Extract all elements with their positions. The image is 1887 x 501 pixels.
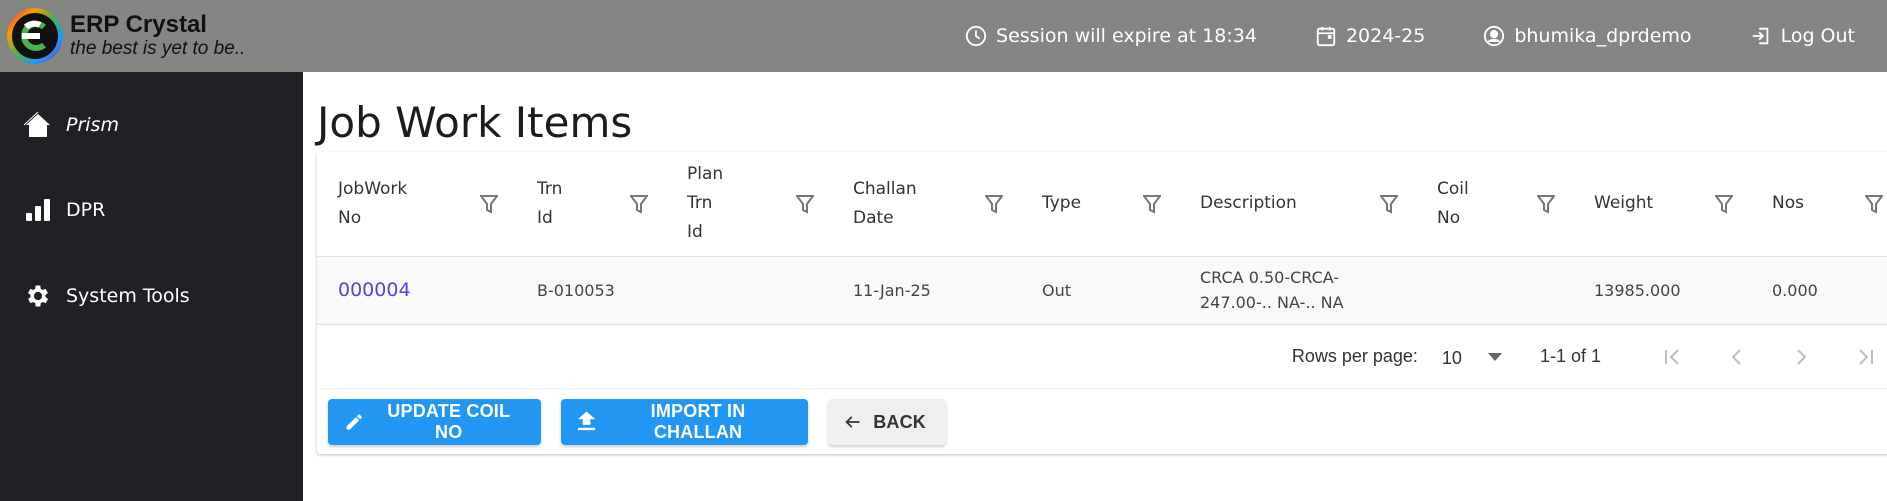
chevron-left-icon [1731,348,1741,365]
column-header-nos: Nos [1751,152,1887,257]
previous-page-button[interactable] [1705,347,1769,367]
erp-crystal-logo [7,8,63,64]
arrow-left-icon [845,416,860,428]
filter-icon[interactable] [480,194,498,214]
top-bar: ERP Crystal the best is yet to be.. Sess… [0,0,1887,72]
description-cell: CRCA 0.50-CRCA-247.00-.. NA-.. NA [1200,268,1344,312]
next-page-button[interactable] [1769,347,1833,367]
column-header-type: Type [1021,152,1179,257]
last-page-icon [1859,348,1873,365]
last-page-button[interactable] [1833,347,1887,367]
logout-label: Log Out [1780,25,1855,47]
rows-per-page-label: Rows per page: [1291,346,1418,366]
pagination-range: 1-1 of 1 [1539,346,1601,366]
filter-icon[interactable] [1715,194,1733,214]
financial-year-label: 2024-25 [1345,25,1426,47]
calendar-icon [1316,26,1336,47]
weight-cell: 13985.000 [1594,280,1681,300]
sidebar-item-prism[interactable]: Prism [24,112,119,138]
sidebar-item-label: Prism [66,114,119,136]
back-button[interactable]: BACK [828,399,946,445]
caret-down-icon [1487,352,1502,361]
sidebar-item-label: DPR [66,199,106,221]
table-row: 000004 B-010053 11-Jan-25 Out CRCA 0.50-… [317,256,1887,325]
filter-icon[interactable] [1143,194,1161,214]
challan-date-cell: 11-Jan-25 [853,280,931,300]
filter-icon[interactable] [630,194,648,214]
column-header-challan-date: Challan Date [832,152,1021,257]
action-buttons: UPDATE COIL NO IMPORT IN CHALLAN BACK [328,399,966,445]
rows-per-page-value: 10 [1441,347,1462,368]
rows-per-page-select[interactable]: 10 [1442,345,1502,369]
home-icon [24,112,50,137]
filter-icon[interactable] [985,194,1003,214]
chevron-right-icon [1797,348,1807,365]
sidebar: Prism DPR System Tools [0,72,303,501]
column-header-jobwork-no: JobWork No [317,152,516,257]
jobwork-no-link[interactable]: 000004 [338,279,411,301]
page-title: Job Work Items [317,98,633,147]
trn-id-cell: B-010053 [537,280,615,300]
financial-year-button[interactable]: 2024-25 [1315,25,1425,47]
sidebar-item-label: System Tools [66,285,190,307]
pencil-icon [346,414,362,430]
brand: ERP Crystal the best is yet to be.. [70,12,245,60]
column-header-description: Description [1179,152,1416,257]
upload-icon [577,411,596,431]
sidebar-item-system-tools[interactable]: System Tools [24,282,190,310]
table-header-row: JobWork No Trn Id Plan Trn Id Challan Da… [317,152,1887,257]
session-expiry-label: Session will expire at 18:34 [996,25,1257,47]
session-expiry: Session will expire at 18:34 [965,25,1257,47]
logout-icon [1752,27,1768,45]
user-menu-button[interactable]: bhumika_dprdemo [1483,25,1692,47]
filter-icon[interactable] [796,194,814,214]
job-work-items-table: JobWork No Trn Id Plan Trn Id Challan Da… [317,152,1887,325]
clock-icon [965,25,987,47]
top-nav: Session will expire at 18:34 2024-25 bhu… [907,0,1855,72]
first-page-button[interactable] [1641,347,1705,367]
job-work-items-card: JobWork No Trn Id Plan Trn Id Challan Da… [317,152,1887,454]
first-page-icon [1665,348,1679,365]
update-coil-no-button[interactable]: UPDATE COIL NO [328,399,541,445]
username-label: bhumika_dprdemo [1514,25,1692,47]
filter-icon[interactable] [1537,194,1555,214]
filter-icon[interactable] [1380,194,1398,214]
sidebar-item-dpr[interactable]: DPR [24,197,105,223]
filter-icon[interactable] [1865,194,1883,214]
column-header-trn-id: Trn Id [516,152,666,257]
column-header-plan-trn-id: Plan Trn Id [666,152,832,257]
nos-cell: 0.000 [1772,280,1818,300]
app-tagline: the best is yet to be.. [70,38,246,59]
type-cell: Out [1042,280,1072,300]
column-header-weight: Weight [1573,152,1751,257]
import-in-challan-button[interactable]: IMPORT IN CHALLAN [561,399,808,445]
column-header-coil-no: Coil No [1416,152,1573,257]
pagination: Rows per page: 10 1-1 of 1 [317,325,1887,389]
logout-button[interactable]: Log Out [1750,25,1855,47]
user-circle-icon [1484,25,1505,47]
app-title: ERP Crystal [70,11,207,38]
bar-chart-icon [26,199,50,221]
gear-icon [27,285,49,307]
